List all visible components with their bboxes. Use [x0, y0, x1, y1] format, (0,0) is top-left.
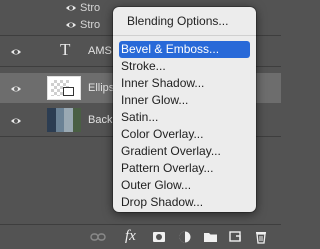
trash-icon[interactable] — [254, 230, 268, 244]
eye-icon[interactable] — [65, 3, 77, 13]
eye-icon[interactable] — [10, 84, 22, 94]
layer-thumbnail[interactable] — [47, 76, 81, 100]
effect-label: Stro — [80, 19, 101, 31]
layer-name[interactable]: AMS — [88, 45, 112, 57]
menu-item-stroke[interactable]: Stroke... — [119, 58, 250, 75]
menu-item-inner-glow[interactable]: Inner Glow... — [119, 92, 250, 109]
fx-button[interactable]: fx — [125, 228, 136, 244]
layers-toolbar: fx — [0, 224, 281, 249]
menu-item-bevel-emboss[interactable]: Bevel & Emboss... — [119, 41, 250, 58]
menu-item-drop-shadow[interactable]: Drop Shadow... — [119, 194, 250, 211]
adjustment-icon[interactable] — [178, 230, 192, 244]
menu-item-outer-glow[interactable]: Outer Glow... — [119, 177, 250, 194]
shape-layer-icon — [63, 87, 74, 96]
eye-icon[interactable] — [65, 20, 77, 30]
folder-icon[interactable] — [203, 230, 218, 244]
effect-label: Stro — [80, 2, 101, 14]
menu-item-pattern-overlay[interactable]: Pattern Overlay... — [119, 160, 250, 177]
new-layer-icon[interactable] — [228, 230, 242, 244]
mask-icon[interactable] — [152, 230, 166, 244]
menu-item-inner-shadow[interactable]: Inner Shadow... — [119, 75, 250, 92]
layer-style-context-menu: Blending Options... Bevel & Emboss... St… — [113, 7, 256, 212]
menu-separator — [113, 35, 256, 36]
layer-thumbnail[interactable] — [47, 108, 81, 132]
menu-item-gradient-overlay[interactable]: Gradient Overlay... — [119, 143, 250, 160]
eye-icon[interactable] — [10, 47, 22, 57]
menu-item-satin[interactable]: Satin... — [119, 109, 250, 126]
menu-item-blending-options[interactable]: Blending Options... — [119, 13, 250, 30]
eye-icon[interactable] — [10, 116, 22, 126]
type-layer-icon: T — [60, 40, 71, 59]
menu-item-color-overlay[interactable]: Color Overlay... — [119, 126, 250, 143]
link-icon[interactable] — [90, 230, 106, 244]
